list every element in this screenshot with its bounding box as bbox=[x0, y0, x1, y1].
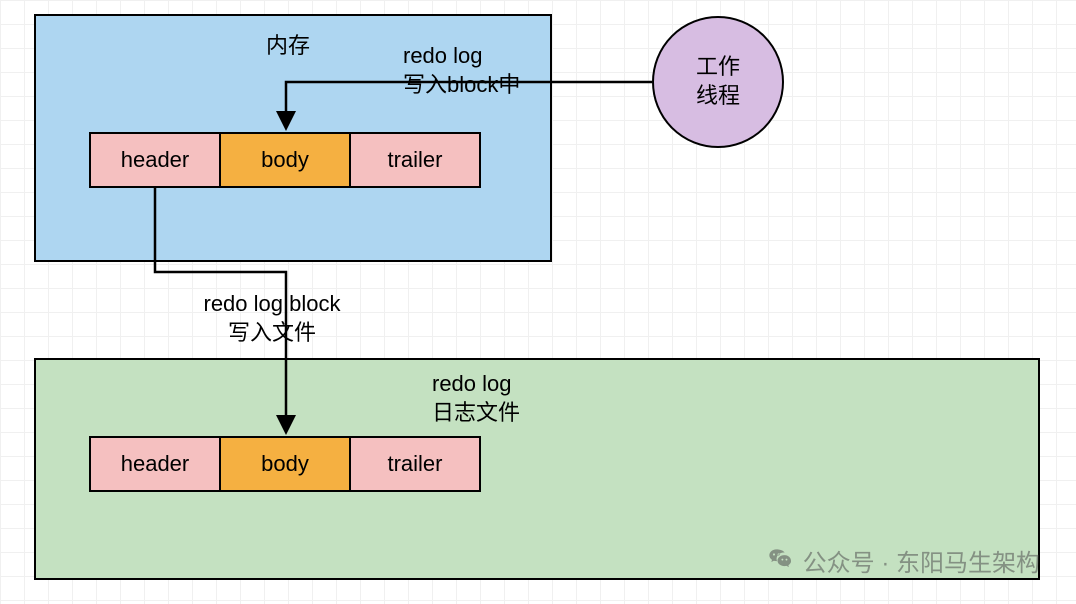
file-header-block: header bbox=[89, 436, 221, 492]
redo-to-file-label: redo log block 写入文件 bbox=[172, 290, 372, 347]
memory-title-label: 内存 bbox=[258, 32, 318, 61]
mem-header-block: header bbox=[89, 132, 221, 188]
watermark: 公众号 · 东阳马生架构 bbox=[767, 543, 1040, 578]
file-body-block: body bbox=[219, 436, 351, 492]
mem-trailer-block: trailer bbox=[349, 132, 481, 188]
mem-body-block: body bbox=[219, 132, 351, 188]
worker-thread-label: 工作 线程 bbox=[696, 53, 740, 110]
file-trailer-block: trailer bbox=[349, 436, 481, 492]
redo-log-file-label: redo log 日志文件 bbox=[432, 370, 572, 427]
file-block-row: header body trailer bbox=[89, 436, 481, 492]
watermark-text: 公众号 · 东阳马生架构 bbox=[803, 543, 1040, 578]
worker-thread-circle: 工作 线程 bbox=[652, 16, 784, 148]
redo-to-block-label: redo log 写入block中 bbox=[403, 42, 623, 99]
chat-icon bbox=[767, 547, 795, 575]
memory-block-row: header body trailer bbox=[89, 132, 481, 188]
